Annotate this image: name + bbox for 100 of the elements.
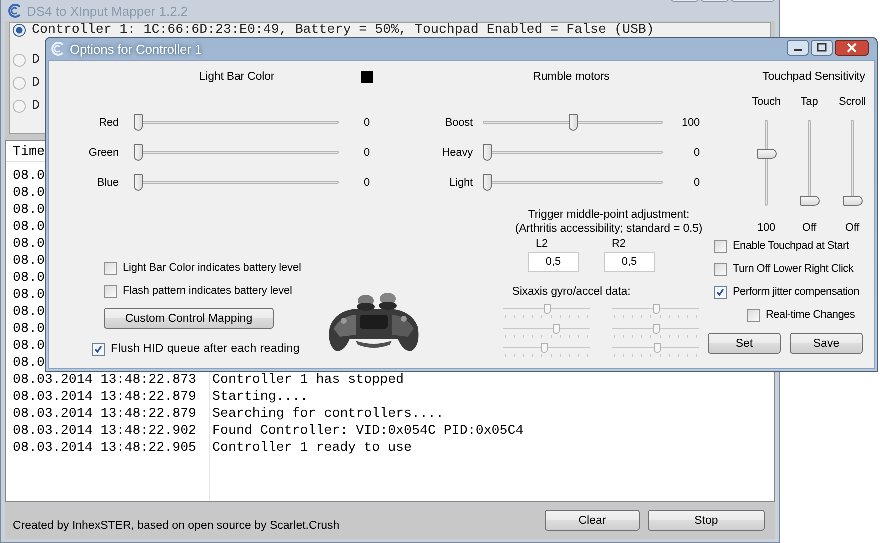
section-title: Light Bar Color xyxy=(198,71,276,83)
controller-label: D xyxy=(32,53,40,67)
slider-label: Scroll xyxy=(838,96,867,110)
section-title: Touchpad Sensitivity xyxy=(762,71,866,83)
slider-thumb[interactable] xyxy=(483,174,492,191)
action-button[interactable]: Stop xyxy=(648,510,765,531)
log-time: 08.0 xyxy=(13,185,45,200)
slider-label: Blue xyxy=(96,177,119,189)
slider-thumb[interactable] xyxy=(134,114,143,131)
slider-thumb[interactable] xyxy=(800,196,820,206)
slider-thumb[interactable] xyxy=(568,114,578,131)
log-time: 08.0 xyxy=(13,304,45,319)
checkbox[interactable] xyxy=(714,286,727,298)
color-swatch xyxy=(361,71,373,83)
action-button[interactable]: Clear xyxy=(545,510,640,531)
slider-value: 0 xyxy=(362,177,372,189)
checkbox[interactable] xyxy=(104,284,117,298)
checkbox-label: Light Bar Color indicates battery level xyxy=(123,262,302,274)
checkbox-label: Real-time Changes xyxy=(766,309,856,321)
log-time: 08.03.2014 13:48:22.902 xyxy=(13,423,197,438)
checkbox-label: Flash pattern indicates battery level xyxy=(123,285,292,297)
slider-label: Boost xyxy=(444,117,473,129)
window-title: Options for Controller 1 xyxy=(70,42,202,56)
radio-button[interactable] xyxy=(13,100,26,112)
log-time: 08.0 xyxy=(13,253,45,268)
controller-label: D xyxy=(32,99,40,113)
custom-mapping-button[interactable]: Custom Control Mapping xyxy=(104,308,274,329)
slider-thumb[interactable] xyxy=(842,196,862,206)
input-field[interactable]: 0,5 xyxy=(604,252,655,272)
log-time: 08.0 xyxy=(13,287,45,302)
slider[interactable] xyxy=(756,120,776,206)
field-label: L2 xyxy=(535,237,550,252)
app-icon xyxy=(50,41,66,57)
slider-thumb[interactable] xyxy=(483,144,492,161)
checkbox[interactable] xyxy=(92,342,105,356)
minimize-button[interactable] xyxy=(787,40,809,56)
checkbox[interactable] xyxy=(104,262,117,274)
log-time: 08.03.2014 13:48:22.905 xyxy=(13,440,197,455)
log-message: Searching for controllers.... xyxy=(212,406,444,421)
log-message: Controller 1 has stopped xyxy=(212,372,404,387)
radio-button[interactable] xyxy=(13,54,26,66)
trigger-caption: (Arthritis accessibility; standard = 0.5) xyxy=(515,222,703,236)
radio-button[interactable] xyxy=(13,76,26,90)
slider-value: 0 xyxy=(692,177,701,189)
field-label: R2 xyxy=(611,237,627,252)
log-time: 08.0 xyxy=(13,338,45,353)
slider-label: Heavy xyxy=(441,147,473,159)
log-time: 08.0 xyxy=(13,168,45,183)
slider-label: Green xyxy=(88,147,119,159)
slider[interactable] xyxy=(483,173,663,193)
log-time: 08.03.2014 13:48:22.879 xyxy=(13,389,197,404)
log-time: 08.0 xyxy=(13,321,45,336)
slider[interactable] xyxy=(134,173,339,193)
slider-label: Tap xyxy=(800,96,820,110)
checkbox-label: Enable Touchpad at Start xyxy=(733,240,850,252)
slider[interactable] xyxy=(842,120,862,206)
column-header[interactable]: Time xyxy=(13,144,45,158)
controller-label: D xyxy=(32,76,40,90)
slider[interactable] xyxy=(483,143,663,163)
checkbox-label: Perform jitter compensation xyxy=(733,286,860,298)
trigger-caption: Trigger middle-point adjustment: xyxy=(528,208,690,222)
window-title: DS4 to XInput Mapper 1.2.2 xyxy=(27,4,188,19)
log-time: 08.0 xyxy=(13,202,45,217)
section-title: Rumble motors xyxy=(533,71,610,83)
checkbox[interactable] xyxy=(714,240,727,252)
log-time: 08.03.2014 13:48:22.879 xyxy=(13,406,197,421)
action-button[interactable]: Set xyxy=(708,333,781,354)
log-time: 08.0 xyxy=(13,219,45,234)
maximize-button[interactable] xyxy=(811,40,833,56)
log-message: Found Controller: VID:0x054C PID:0x05C4 xyxy=(212,423,524,438)
slider[interactable] xyxy=(483,113,663,133)
slider-label: Light xyxy=(448,177,473,189)
slider-label: Touch xyxy=(751,96,782,110)
log-time: 08.0 xyxy=(13,236,45,251)
slider[interactable] xyxy=(134,113,339,133)
slider-thumb[interactable] xyxy=(134,144,143,161)
log-time: 08.0 xyxy=(13,355,45,370)
slider-label: Red xyxy=(98,117,119,129)
input-field[interactable]: 0,5 xyxy=(528,252,579,272)
slider-value: 100 xyxy=(680,117,701,129)
slider-value: 0 xyxy=(362,117,372,129)
slider-thumb[interactable] xyxy=(134,174,143,191)
log-message: Controller 1 ready to use xyxy=(212,440,412,455)
credits-text: Created by InhexSTER, based on open source by Scarlet.Crush xyxy=(13,520,340,532)
checkbox-label: Flush HID queue after each reading xyxy=(111,343,300,355)
checkbox[interactable] xyxy=(714,262,727,276)
slider-value: 0 xyxy=(362,147,372,159)
action-button[interactable]: Save xyxy=(790,333,863,354)
slider[interactable] xyxy=(800,120,820,206)
controller-label: Controller 1: 1C:66:6D:23:E0:49, Battery = 50%, Touchpad Enabled = False (USB) xyxy=(32,23,654,37)
checkbox[interactable] xyxy=(747,308,760,322)
slider-value: 0 xyxy=(692,147,701,159)
checkbox-label: Turn Off Lower Right Click xyxy=(733,263,854,275)
close-button[interactable] xyxy=(835,40,869,56)
app-icon xyxy=(7,3,23,19)
slider-thumb[interactable] xyxy=(756,148,776,159)
log-message: Starting.... xyxy=(212,389,308,404)
slider[interactable] xyxy=(134,143,339,163)
slider-value: Off xyxy=(844,222,861,236)
radio-button[interactable] xyxy=(13,24,26,36)
